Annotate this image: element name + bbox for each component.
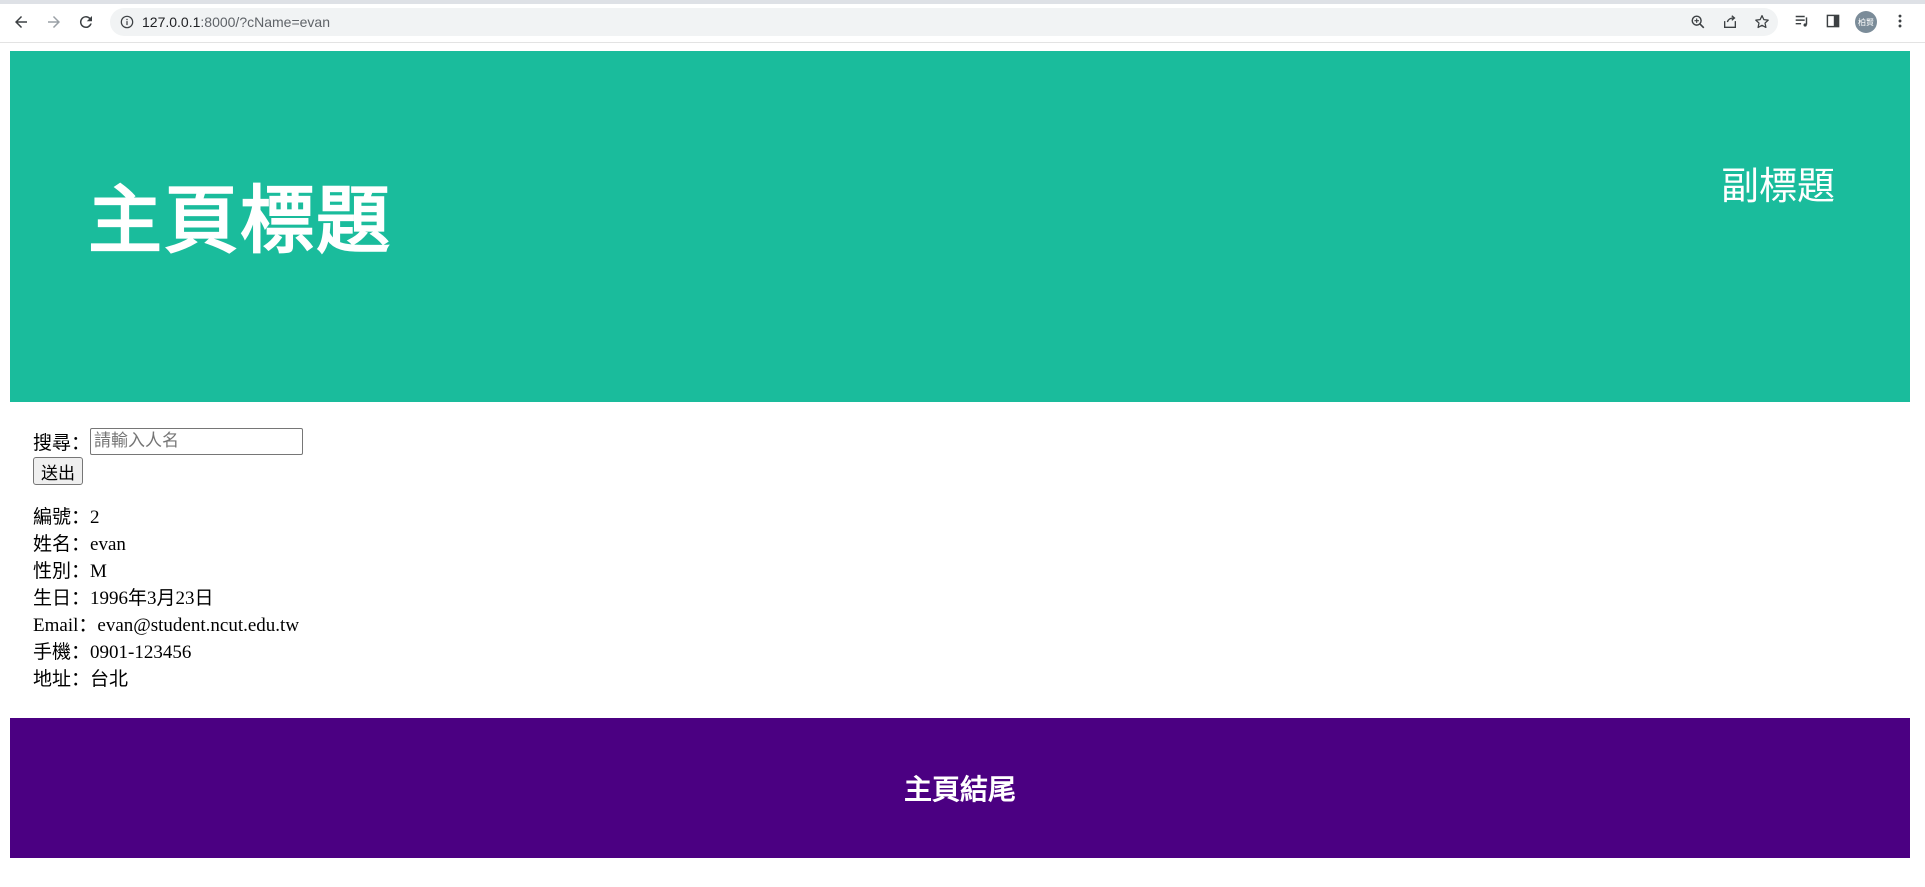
browser-toolbar: 127.0.0.1:8000/?cName=evan 柏賢 (0, 0, 1925, 43)
page-title: 主頁標題 (88, 178, 392, 264)
search-row: 搜尋： (33, 427, 1910, 455)
page-subtitle: 副標題 (1720, 164, 1835, 208)
reading-list-icon[interactable] (1792, 11, 1812, 31)
footer-text: 主頁結尾 (903, 773, 1016, 806)
field-label: 編號： (33, 507, 91, 528)
record-row-name: 姓名：evan (33, 531, 1910, 558)
scrollbar[interactable] (1912, 44, 1925, 887)
field-value: 2 (90, 507, 100, 528)
field-value: 台北 (90, 669, 129, 690)
field-value: 0901-123456 (90, 642, 192, 663)
field-value: 1996年3月23日 (90, 588, 214, 609)
info-icon[interactable] (120, 15, 134, 29)
tab-strip-edge (0, 0, 1925, 4)
search-label: 搜尋： (33, 432, 91, 454)
page-body: 主頁標題 副標題 搜尋： 送出 編號：2 姓名：evan 性別：M 生日：199… (10, 51, 1910, 858)
zoom-icon[interactable] (1689, 13, 1707, 31)
star-icon[interactable] (1753, 13, 1771, 31)
record-row-address: 地址：台北 (33, 666, 1910, 693)
search-form: 搜尋： 送出 (33, 427, 1910, 485)
reload-icon[interactable] (74, 10, 98, 34)
side-panel-icon[interactable] (1823, 11, 1843, 31)
record-details: 編號：2 姓名：evan 性別：M 生日：1996年3月23日 Email：ev… (33, 504, 1910, 693)
record-row-id: 編號：2 (33, 504, 1910, 531)
share-icon[interactable] (1721, 13, 1739, 31)
record-row-birthday: 生日：1996年3月23日 (33, 585, 1910, 612)
submit-button[interactable]: 送出 (33, 457, 83, 485)
forward-arrow-icon[interactable] (42, 10, 66, 34)
record-row-email: Email：evan@student.ncut.edu.tw (33, 612, 1910, 639)
field-label: 手機： (33, 642, 91, 663)
menu-kebab-icon[interactable] (1890, 11, 1910, 31)
field-value: evan@student.ncut.edu.tw (97, 615, 300, 636)
header-banner: 主頁標題 副標題 (10, 51, 1910, 402)
footer-banner: 主頁結尾 (10, 718, 1910, 858)
field-label: Email： (33, 615, 98, 636)
field-label: 性別： (33, 561, 91, 582)
field-label: 生日： (33, 588, 91, 609)
profile-avatar[interactable]: 柏賢 (1855, 11, 1877, 33)
back-arrow-icon[interactable] (9, 10, 33, 34)
field-value: M (90, 561, 107, 582)
field-label: 地址： (33, 669, 91, 690)
address-bar[interactable]: 127.0.0.1:8000/?cName=evan (110, 8, 1778, 36)
main-content: 搜尋： 送出 編號：2 姓名：evan 性別：M 生日：1996年3月23日 E… (10, 402, 1910, 718)
search-input[interactable] (90, 427, 304, 455)
record-row-phone: 手機：0901-123456 (33, 639, 1910, 666)
url-text: 127.0.0.1:8000/?cName=evan (142, 14, 330, 30)
field-label: 姓名： (33, 534, 91, 555)
record-row-gender: 性別：M (33, 558, 1910, 585)
field-value: evan (90, 534, 126, 555)
